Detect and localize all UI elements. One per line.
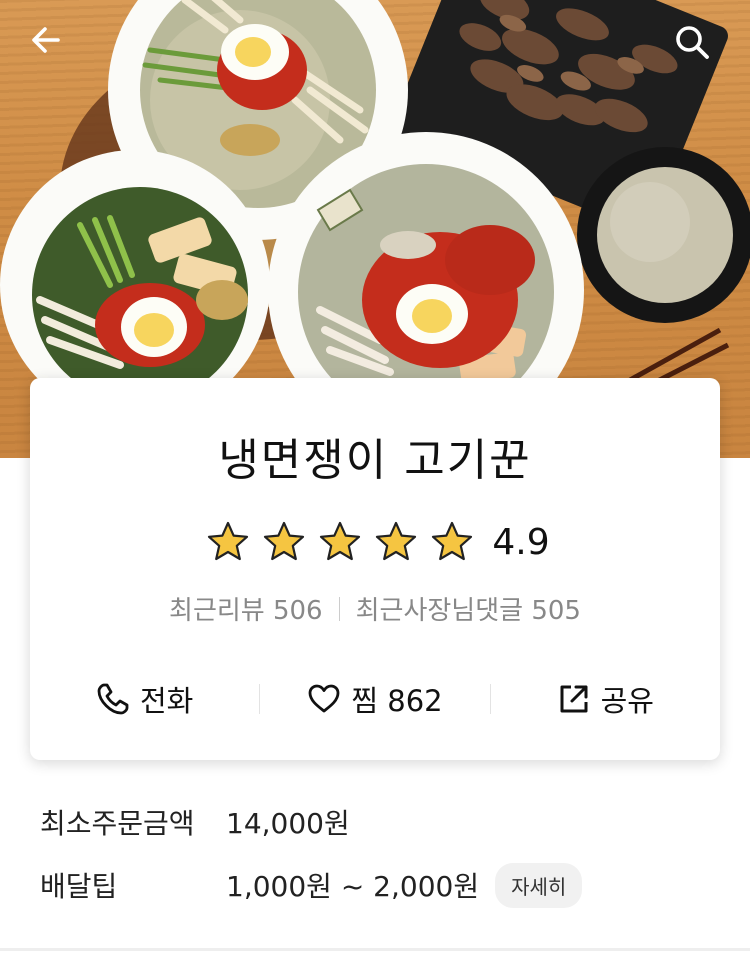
store-name: 냉면쟁이 고기꾼	[218, 435, 532, 486]
min-order-row: 최소주문금액 14,000원	[40, 797, 350, 847]
store-info-card: 냉면쟁이 고기꾼 4.9 최근리뷰 506 최근사장님댓글 505 전화 찜 8…	[30, 378, 720, 760]
heart-icon	[308, 684, 340, 713]
recent-reviews-link[interactable]: 최근리뷰 506	[169, 590, 323, 627]
review-summary: 최근리뷰 506 최근사장님댓글 505	[30, 590, 720, 627]
call-label: 전화	[139, 684, 194, 718]
like-button[interactable]: 찜 862	[260, 674, 489, 724]
action-bar: 전화 찜 862 공유	[30, 674, 720, 724]
call-button[interactable]: 전화	[30, 674, 259, 724]
delivery-tip-label: 배달팁	[40, 870, 118, 903]
star-icon	[208, 521, 249, 561]
star-icon	[264, 521, 305, 561]
star-icon	[320, 521, 361, 561]
owner-replies-link[interactable]: 최근사장님댓글 505	[356, 590, 581, 627]
like-label: 찜 862	[351, 684, 443, 718]
delivery-tip-row: 배달팁 1,000원 ~ 2,000원 자세히	[40, 860, 583, 910]
share-button[interactable]: 공유	[491, 674, 720, 724]
divider	[338, 596, 340, 621]
back-button[interactable]	[28, 22, 78, 72]
section-divider	[0, 948, 750, 951]
search-icon	[676, 26, 709, 59]
search-button[interactable]	[672, 22, 722, 72]
phone-icon	[97, 683, 129, 715]
share-label: 공유	[600, 684, 654, 718]
rating-row: 4.9	[30, 518, 720, 566]
tip-detail-button[interactable]: 자세히	[495, 862, 583, 908]
share-icon	[560, 685, 588, 713]
min-order-label: 최소주문금액	[40, 807, 195, 840]
star-icon	[376, 521, 417, 561]
arrow-left-icon	[32, 27, 60, 53]
star-icon	[432, 521, 473, 561]
min-order-value: 14,000원	[226, 807, 350, 840]
delivery-tip-value: 1,000원 ~ 2,000원	[226, 870, 480, 903]
rating-value: 4.9	[492, 521, 550, 563]
